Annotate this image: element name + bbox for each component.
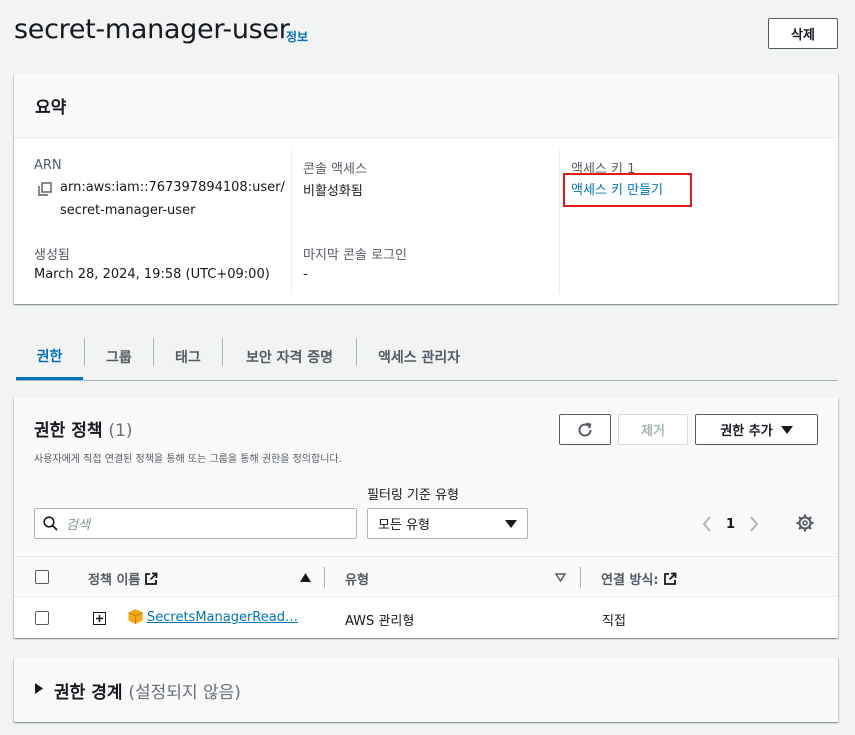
permissions-header: 권한 정책 (1) 사용자에게 직접 연결된 정책을 통해 또는 그룹을 통해 … <box>14 398 838 554</box>
last-login-label: 마지막 콘솔 로그인 <box>303 248 407 263</box>
row-checkbox[interactable] <box>35 611 49 625</box>
aws-managed-policy-icon <box>128 609 143 624</box>
column-attached-via-label: 연결 방식: <box>601 573 659 588</box>
boundary-title-text: 권한 경계 <box>54 683 123 703</box>
caret-down-icon <box>505 519 517 528</box>
chevron-left-icon[interactable] <box>702 516 712 532</box>
last-login-value: - <box>303 267 308 282</box>
column-divider <box>559 150 560 294</box>
permissions-description: 사용자에게 직접 연결된 정책을 통해 또는 그룹을 통해 권한을 정의합니다. <box>34 454 342 465</box>
created-label: 생성됨 <box>34 248 70 263</box>
add-permissions-label: 권한 추가 <box>720 424 773 439</box>
permissions-count: (1) <box>108 421 133 441</box>
column-divider <box>291 150 292 294</box>
chevron-right-icon[interactable] <box>749 516 759 532</box>
tab-separator <box>356 338 357 366</box>
tab-separator <box>153 338 154 366</box>
copy-icon[interactable] <box>38 181 52 200</box>
select-all-checkbox[interactable] <box>35 570 49 584</box>
tab-tags[interactable]: 태그 <box>175 334 201 380</box>
external-link-icon <box>145 572 158 585</box>
search-input[interactable]: 검색 <box>34 508 357 539</box>
type-filter-value: 모든 유형 <box>378 518 430 533</box>
caret-right-icon[interactable] <box>35 683 43 694</box>
column-separator <box>324 567 325 588</box>
tab-access-advisor[interactable]: 액세스 관리자 <box>378 334 460 380</box>
column-attached-via[interactable]: 연결 방식: <box>601 569 677 588</box>
external-link-icon <box>663 572 676 585</box>
arn-value-line1: arn:aws:iam::767397894108:user/ <box>60 180 285 195</box>
sort-ascending-icon[interactable] <box>300 573 311 582</box>
permissions-title-text: 권한 정책 <box>34 421 103 441</box>
console-access-value: 비활성화됨 <box>303 184 363 199</box>
expand-icon[interactable] <box>93 612 106 625</box>
caret-down-icon <box>780 425 793 434</box>
type-filter-select[interactable]: 모든 유형 <box>367 508 528 539</box>
arn-value-line2: secret-manager-user <box>60 203 196 218</box>
arn-label: ARN <box>34 158 62 173</box>
summary-panel: 요약 ARN arn:aws:iam::767397894108:user/ s… <box>14 74 838 304</box>
tab-separator <box>222 338 223 366</box>
search-icon <box>43 516 58 531</box>
summary-title: 요약 <box>35 98 67 118</box>
tab-bar: 권한 그룹 태그 보안 자격 증명 액세스 관리자 <box>16 334 838 381</box>
page-number[interactable]: 1 <box>726 517 735 532</box>
create-access-key-link[interactable]: 액세스 키 만들기 <box>571 179 663 198</box>
column-type[interactable]: 유형 <box>345 569 369 588</box>
created-value: March 28, 2024, 19:58 (UTC+09:00) <box>34 267 270 282</box>
policy-attached-via: 직접 <box>602 614 626 629</box>
permissions-panel: 권한 정책 (1) 사용자에게 직접 연결된 정책을 통해 또는 그룹을 통해 … <box>14 398 838 638</box>
page-title: secret-manager-user <box>14 14 290 45</box>
tab-permissions[interactable]: 권한 <box>16 334 83 380</box>
settings-gear-icon[interactable] <box>796 514 814 536</box>
boundary-status: (설정되지 않음) <box>128 683 241 703</box>
permissions-boundary-panel[interactable]: 권한 경계 (설정되지 않음) <box>14 658 838 722</box>
delete-button[interactable]: 삭제 <box>768 18 838 49</box>
refresh-button[interactable] <box>559 414 611 445</box>
permissions-boundary-title[interactable]: 권한 경계 (설정되지 않음) <box>54 678 241 703</box>
policy-type: AWS 관리형 <box>345 614 415 629</box>
refresh-icon <box>578 422 592 437</box>
add-permissions-button[interactable]: 권한 추가 <box>695 414 818 445</box>
sort-icon[interactable] <box>555 573 566 582</box>
pagination: 1 <box>702 510 759 538</box>
tab-security-credentials[interactable]: 보안 자격 증명 <box>246 334 333 380</box>
tab-separator <box>84 338 85 366</box>
console-access-label: 콘솔 액세스 <box>303 162 367 177</box>
table-row: SecretsManagerRead… AWS 관리형 직접 <box>14 598 838 638</box>
column-policy-name-label: 정책 이름 <box>88 573 141 588</box>
column-separator <box>580 567 581 588</box>
summary-header: 요약 <box>14 74 838 138</box>
tab-groups[interactable]: 그룹 <box>106 334 132 380</box>
remove-button[interactable]: 제거 <box>618 414 688 445</box>
table-header: 정책 이름 유형 연결 방식: <box>14 556 838 597</box>
permissions-title: 권한 정책 (1) <box>34 416 133 441</box>
info-link[interactable]: 정보 <box>286 28 308 45</box>
filter-type-label: 필터링 기준 유형 <box>367 488 459 503</box>
policy-name-link[interactable]: SecretsManagerRead… <box>147 610 298 625</box>
search-placeholder: 검색 <box>66 518 90 533</box>
column-policy-name[interactable]: 정책 이름 <box>88 569 158 588</box>
